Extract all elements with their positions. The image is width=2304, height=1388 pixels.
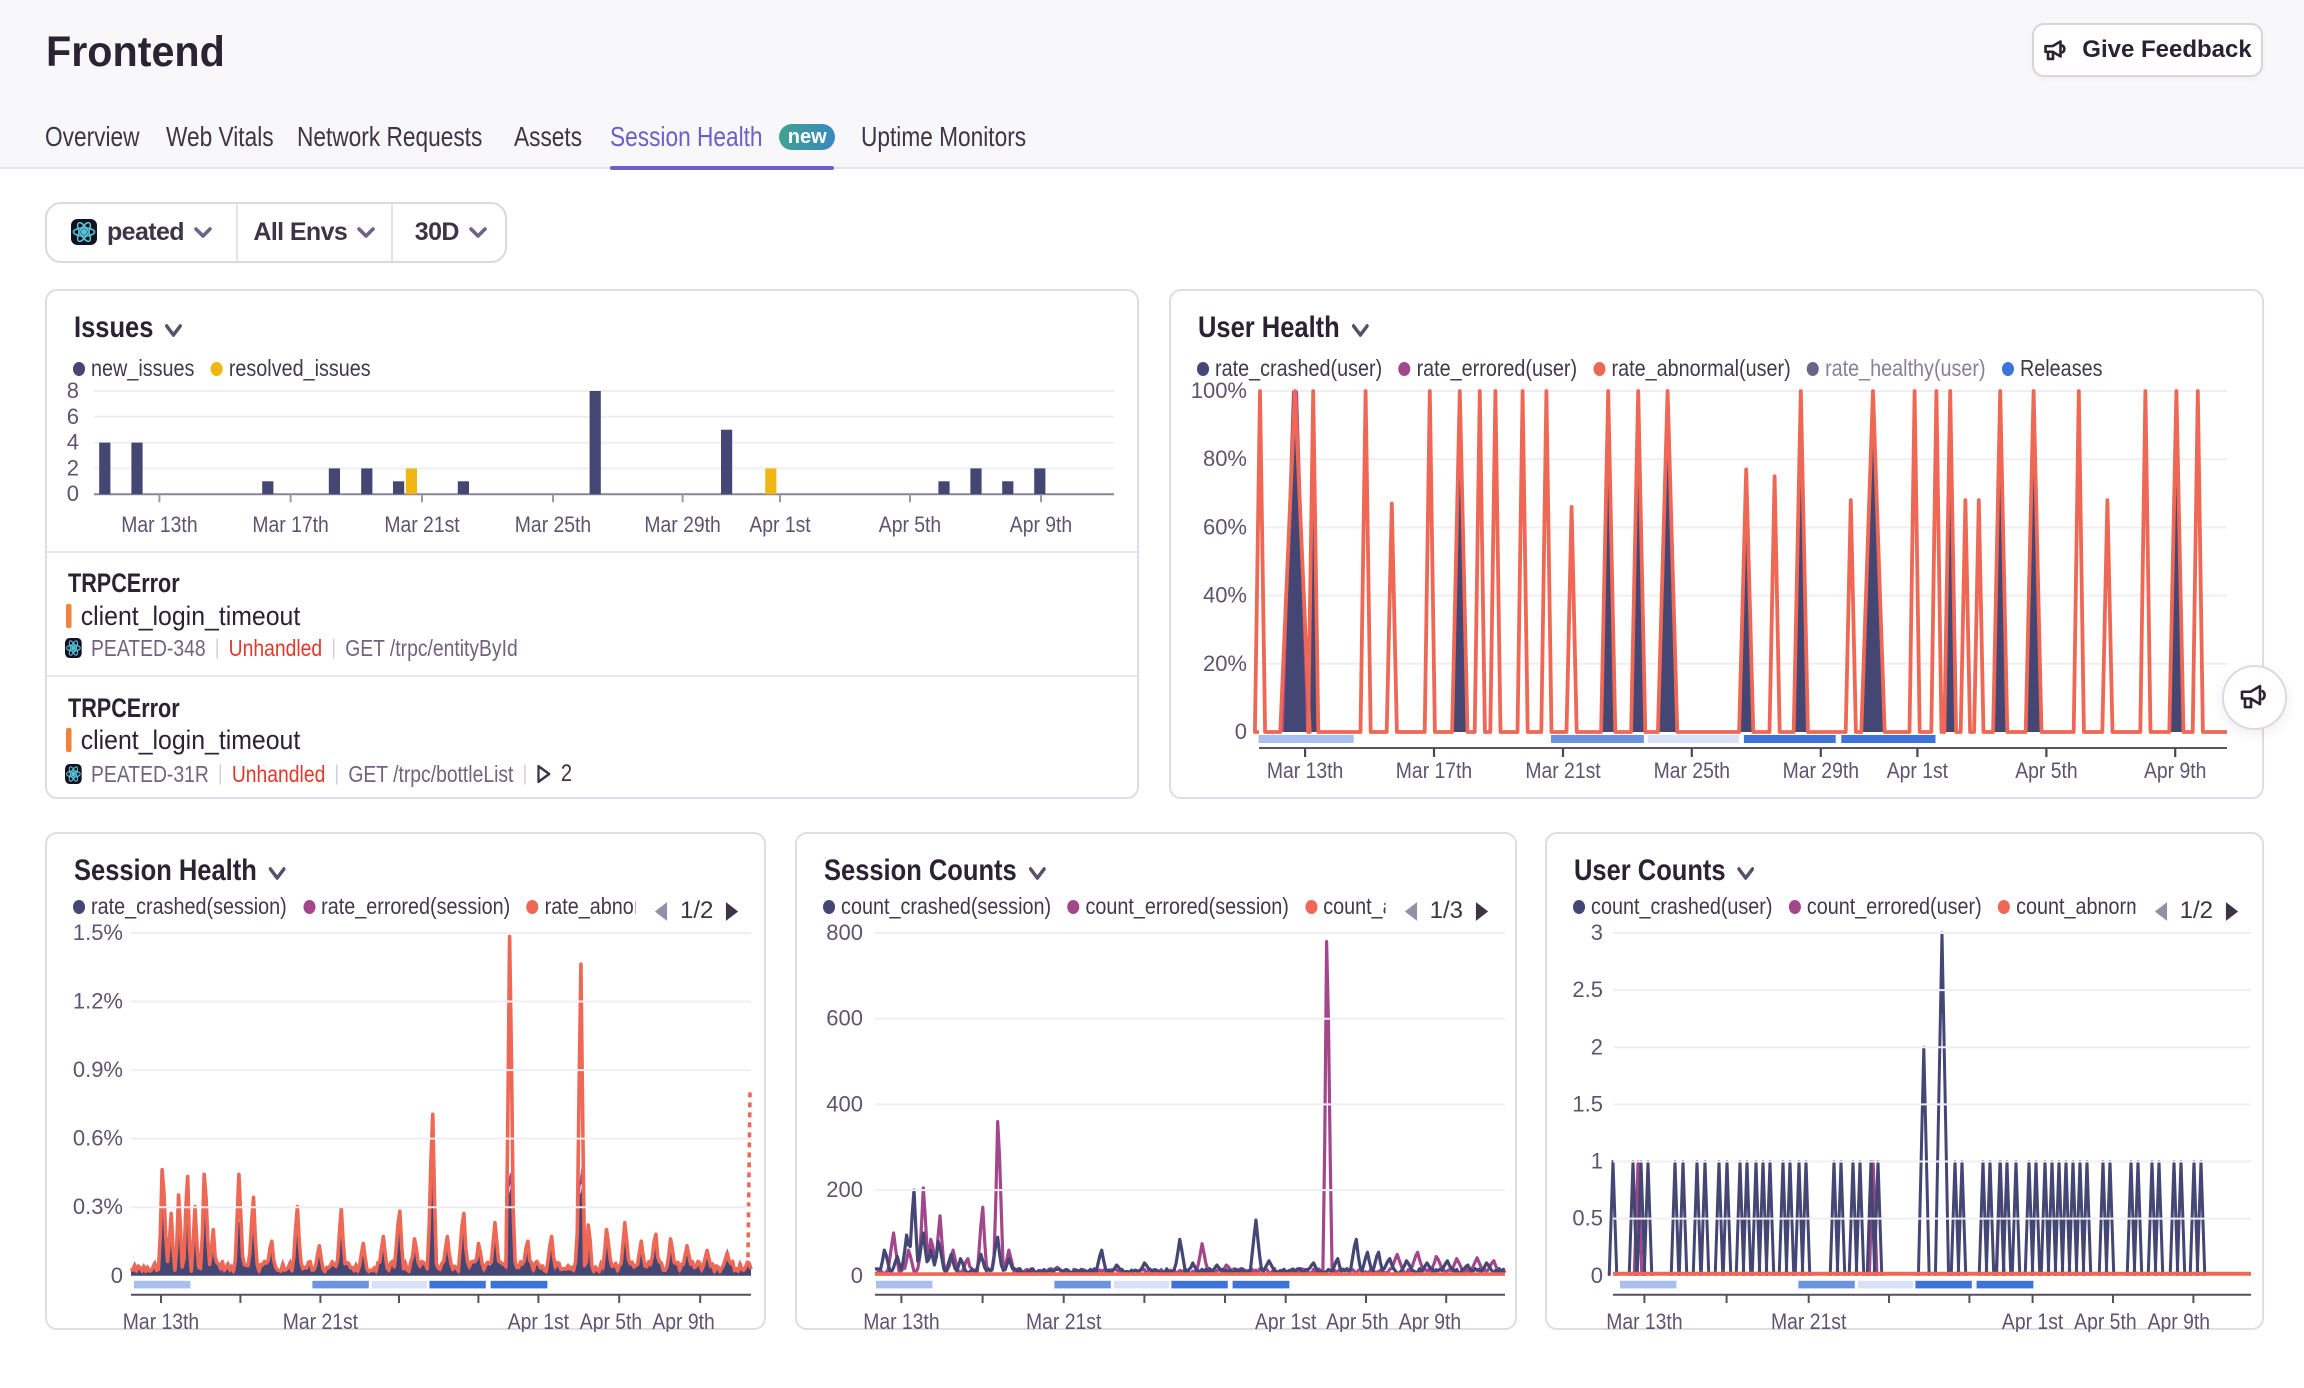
svg-text:0.5: 0.5 bbox=[1572, 1206, 1603, 1231]
svg-text:6: 6 bbox=[67, 404, 79, 429]
svg-text:0: 0 bbox=[850, 1263, 862, 1288]
svg-text:1.5%: 1.5% bbox=[73, 920, 123, 945]
svg-text:Apr 1st: Apr 1st bbox=[1886, 758, 1947, 783]
svg-text:1: 1 bbox=[1590, 1149, 1602, 1174]
svg-text:1.5: 1.5 bbox=[1572, 1091, 1603, 1116]
svg-text:Mar 13th: Mar 13th bbox=[1606, 1309, 1682, 1332]
svg-text:Mar 21st: Mar 21st bbox=[1525, 758, 1600, 783]
svg-text:100%: 100% bbox=[1190, 378, 1246, 403]
svg-text:600: 600 bbox=[826, 1006, 863, 1031]
svg-text:8: 8 bbox=[67, 378, 79, 403]
svg-text:Mar 25th: Mar 25th bbox=[1653, 758, 1729, 783]
svg-text:Mar 13th: Mar 13th bbox=[121, 512, 197, 537]
svg-text:Apr 5th: Apr 5th bbox=[2015, 758, 2077, 783]
svg-text:Apr 5th: Apr 5th bbox=[2074, 1309, 2136, 1332]
svg-text:Mar 17th: Mar 17th bbox=[1395, 758, 1471, 783]
svg-text:20%: 20% bbox=[1202, 651, 1246, 676]
svg-text:Mar 17th: Mar 17th bbox=[252, 512, 328, 537]
svg-text:0: 0 bbox=[1234, 719, 1246, 744]
svg-text:2.5: 2.5 bbox=[1572, 977, 1603, 1002]
svg-text:Apr 1st: Apr 1st bbox=[749, 512, 810, 537]
svg-text:Apr 1st: Apr 1st bbox=[508, 1309, 569, 1332]
svg-text:Mar 13th: Mar 13th bbox=[1266, 758, 1342, 783]
svg-text:Mar 29th: Mar 29th bbox=[1782, 758, 1858, 783]
svg-text:Apr 9th: Apr 9th bbox=[2143, 758, 2205, 783]
svg-text:Apr 9th: Apr 9th bbox=[652, 1309, 714, 1332]
svg-text:0: 0 bbox=[1590, 1263, 1602, 1288]
svg-text:40%: 40% bbox=[1202, 583, 1246, 608]
svg-text:Mar 25th: Mar 25th bbox=[515, 512, 591, 537]
svg-text:Apr 5th: Apr 5th bbox=[580, 1309, 642, 1332]
svg-text:4: 4 bbox=[67, 430, 79, 455]
svg-text:Mar 13th: Mar 13th bbox=[863, 1309, 939, 1332]
svg-text:Apr 5th: Apr 5th bbox=[879, 512, 941, 537]
svg-text:Apr 9th: Apr 9th bbox=[1010, 512, 1072, 537]
svg-text:0.9%: 0.9% bbox=[73, 1057, 123, 1082]
svg-text:Apr 1st: Apr 1st bbox=[1255, 1309, 1316, 1332]
svg-text:Mar 21st: Mar 21st bbox=[1771, 1309, 1846, 1332]
svg-text:Mar 13th: Mar 13th bbox=[123, 1309, 199, 1332]
svg-text:2: 2 bbox=[1590, 1034, 1602, 1059]
svg-text:80%: 80% bbox=[1202, 447, 1246, 472]
svg-text:Mar 21st: Mar 21st bbox=[384, 512, 459, 537]
svg-text:3: 3 bbox=[1590, 920, 1602, 945]
svg-text:Mar 29th: Mar 29th bbox=[644, 512, 720, 537]
svg-text:2: 2 bbox=[67, 456, 79, 481]
svg-text:0.6%: 0.6% bbox=[73, 1126, 123, 1151]
svg-text:0: 0 bbox=[111, 1263, 123, 1288]
svg-text:400: 400 bbox=[826, 1091, 863, 1116]
svg-text:0: 0 bbox=[67, 482, 79, 507]
svg-text:Apr 9th: Apr 9th bbox=[1398, 1309, 1460, 1332]
svg-text:Apr 1st: Apr 1st bbox=[2002, 1309, 2063, 1332]
svg-text:200: 200 bbox=[826, 1177, 863, 1202]
svg-text:1.2%: 1.2% bbox=[73, 989, 123, 1014]
svg-text:Mar 21st: Mar 21st bbox=[283, 1309, 358, 1332]
svg-text:Mar 21st: Mar 21st bbox=[1026, 1309, 1101, 1332]
svg-text:800: 800 bbox=[826, 920, 863, 945]
svg-text:60%: 60% bbox=[1202, 515, 1246, 540]
svg-text:0.3%: 0.3% bbox=[73, 1194, 123, 1219]
svg-text:Apr 9th: Apr 9th bbox=[2147, 1309, 2209, 1332]
svg-text:Apr 5th: Apr 5th bbox=[1326, 1309, 1388, 1332]
